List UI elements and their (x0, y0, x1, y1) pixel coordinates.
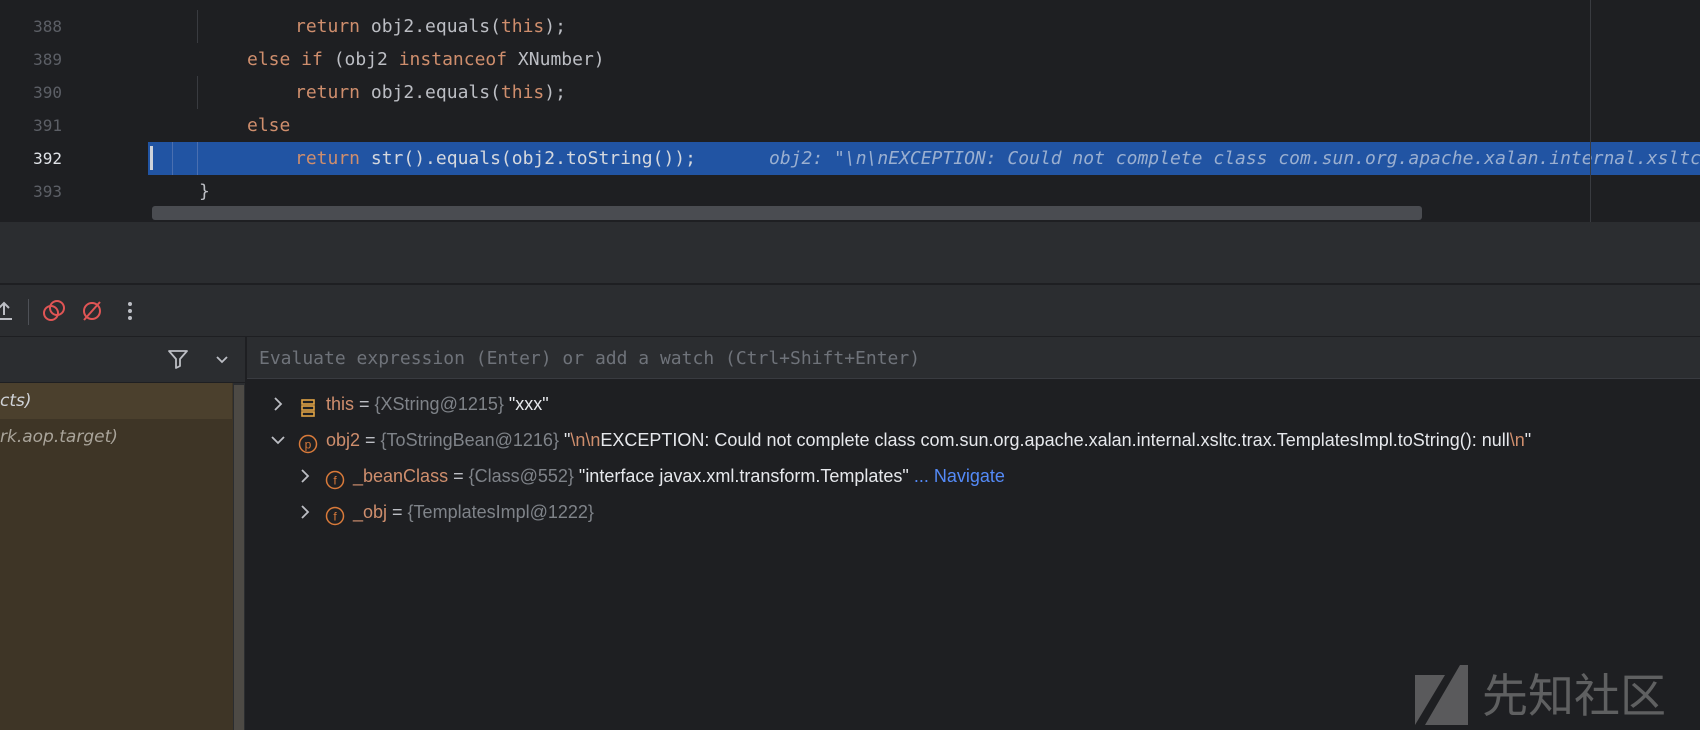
escape-sequence: \n (1509, 430, 1525, 450)
variable-type: {TemplatesImpl@1222} (407, 502, 594, 522)
code-token: ); (544, 82, 566, 103)
toolbar-separator (28, 299, 29, 325)
indent-guide (197, 142, 198, 175)
line-number: 389 (33, 50, 62, 69)
stack-variable-icon (298, 394, 318, 417)
field-icon: f (325, 466, 345, 490)
more-options-icon[interactable] (116, 297, 144, 325)
debug-toolbar (0, 285, 1700, 337)
code-editor[interactable]: 388 return obj2.equals(this); 389 else i… (0, 0, 1700, 222)
equals-sign: = (360, 430, 381, 450)
equals-sign: = (354, 394, 375, 414)
line-number: 390 (33, 83, 62, 102)
code-keyword: return (295, 82, 361, 103)
variable-value: EXCEPTION: Could not complete class com.… (600, 430, 1510, 450)
line-number: 392 (33, 149, 62, 168)
variable-row-obj[interactable]: f _obj = {TemplatesImpl@1222} (247, 494, 1700, 530)
code-token: XNumber) (507, 49, 605, 70)
variable-row-obj2[interactable]: p obj2 = {ToStringBean@1216} "\n\nEXCEPT… (247, 422, 1700, 458)
code-token: obj2.equals( (360, 16, 501, 37)
code-line[interactable]: 388 return obj2.equals(this); (0, 10, 1700, 43)
watermark-text: 先知社区 (1482, 669, 1666, 723)
variable-name: this (326, 394, 355, 414)
code-text: else if (obj2 instanceof XNumber) (247, 43, 605, 76)
variable-value: "xxx" (503, 394, 549, 414)
code-keyword: instanceof (398, 49, 508, 70)
horizontal-scrollbar[interactable] (152, 206, 1422, 220)
code-text: return obj2.equals(this); (295, 10, 566, 43)
string-quote: " (558, 430, 571, 450)
chevron-down-icon[interactable] (268, 422, 288, 458)
code-token: str().equals(obj2.toString()); (360, 148, 696, 169)
indent-guide (172, 142, 173, 175)
navigate-link[interactable]: ... Navigate (914, 466, 1005, 486)
equals-sign: = (448, 466, 469, 486)
code-line[interactable]: 390 return obj2.equals(this); (0, 76, 1700, 109)
string-quote: " (1524, 430, 1532, 450)
chevron-down-icon[interactable] (212, 349, 232, 373)
current-execution-line[interactable]: return str().equals(obj2.toString()); ob… (148, 142, 1700, 175)
variable-type: {XString@1215} (374, 394, 504, 414)
code-text: return obj2.equals(this); (295, 76, 566, 109)
frames-list: cts) rk.aop.target) (0, 383, 245, 730)
variable-name: obj2 (326, 430, 361, 450)
indent-guide (197, 76, 198, 109)
evaluate-expression-input[interactable] (259, 343, 1689, 373)
variable-name: _obj (353, 502, 388, 522)
evaluate-bar (247, 337, 1700, 379)
code-token: ); (544, 16, 566, 37)
code-text: } (199, 175, 210, 208)
escape-sequence: \n\n (570, 430, 601, 450)
code-keyword: this (500, 16, 545, 37)
frame-item-selected[interactable]: cts) (0, 383, 232, 419)
variable-value: "interface javax.xml.transform.Templates… (573, 466, 914, 486)
code-keyword: else if (247, 49, 323, 70)
variable-name: _beanClass (353, 466, 449, 486)
code-line[interactable]: 393 } (0, 175, 1700, 208)
code-keyword: else (247, 115, 291, 136)
line-number: 393 (33, 182, 62, 201)
indent-guide (197, 10, 198, 43)
code-token: (obj2 (322, 49, 399, 70)
parameter-icon: p (298, 430, 318, 454)
variable-type: {Class@552} (468, 466, 574, 486)
code-line[interactable]: 389 else if (obj2 instanceof XNumber) (0, 43, 1700, 76)
current-line-gutter: 392 (0, 142, 148, 175)
view-breakpoints-icon[interactable] (40, 297, 68, 325)
watermark: 先知社区 (1410, 660, 1700, 730)
right-margin-guide (1590, 0, 1591, 222)
panel-separator (0, 222, 1700, 284)
variable-type: {ToStringBean@1216} (380, 430, 559, 450)
filter-icon[interactable] (166, 347, 190, 375)
code-token: } (199, 181, 210, 202)
chevron-right-icon[interactable] (268, 386, 288, 422)
frames-header (0, 337, 245, 383)
inline-debug-value[interactable]: obj2: "\n\nEXCEPTION: Could not complete… (769, 142, 1700, 175)
code-text: return str().equals(obj2.toString()); (295, 142, 696, 175)
text-caret (150, 146, 153, 170)
mute-breakpoints-icon[interactable] (78, 297, 106, 325)
watermark-logo-icon (1415, 665, 1468, 725)
code-line[interactable]: 391 else (0, 109, 1700, 142)
variable-row-beanclass[interactable]: f _beanClass = {Class@552} "interface ja… (247, 458, 1700, 494)
line-number: 391 (33, 116, 62, 135)
step-out-icon[interactable] (0, 297, 18, 325)
field-icon: f (325, 502, 345, 526)
svg-text:f: f (333, 474, 337, 488)
code-token: obj2.equals( (360, 82, 501, 103)
variable-row-this[interactable]: this = {XString@1215} "xxx" (247, 386, 1700, 422)
chevron-right-icon[interactable] (295, 458, 315, 494)
svg-text:p: p (305, 438, 312, 452)
frames-scroll-thumb[interactable] (234, 385, 244, 730)
line-number: 388 (33, 17, 62, 36)
code-text: else (247, 109, 290, 142)
frames-panel: cts) rk.aop.target) (0, 337, 245, 730)
code-keyword: this (500, 82, 545, 103)
frame-item[interactable]: rk.aop.target) (0, 419, 232, 455)
svg-text:f: f (333, 510, 337, 524)
chevron-right-icon[interactable] (295, 494, 315, 530)
equals-sign: = (387, 502, 408, 522)
code-keyword: return (295, 148, 361, 169)
code-keyword: return (295, 16, 361, 37)
